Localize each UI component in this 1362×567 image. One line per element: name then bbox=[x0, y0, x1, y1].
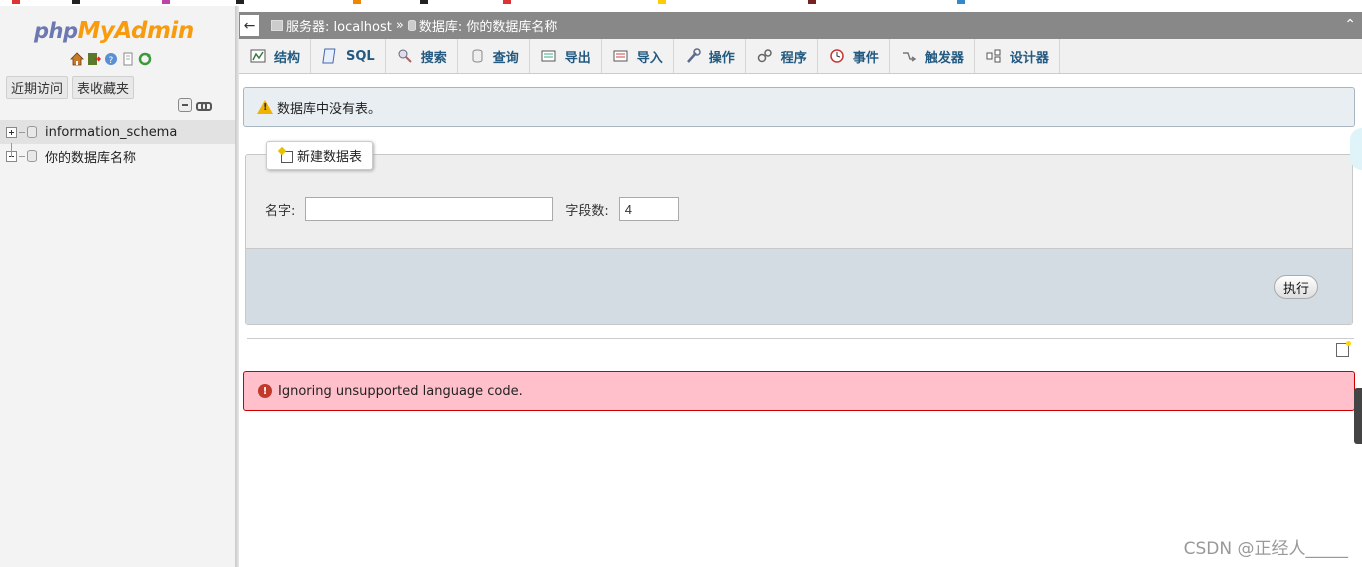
side-scroll-widget[interactable] bbox=[1354, 388, 1362, 444]
divider bbox=[247, 338, 1354, 339]
tab-label: 查询 bbox=[492, 50, 519, 66]
import-icon bbox=[613, 48, 629, 64]
phpmyadmin-logo[interactable]: phpMyAdmin bbox=[34, 18, 194, 44]
error-icon: ! bbox=[258, 384, 272, 398]
tab-sql[interactable]: SQL bbox=[311, 39, 386, 73]
warning-icon bbox=[257, 100, 273, 114]
collapse-header-icon[interactable]: ⌃ bbox=[1344, 17, 1356, 33]
database-icon bbox=[27, 126, 37, 138]
watermark: CSDN @正经人_____ bbox=[1183, 539, 1348, 559]
expand-icon[interactable] bbox=[6, 126, 17, 138]
tree-connector bbox=[19, 155, 25, 157]
tab-export[interactable]: 导出 bbox=[529, 39, 602, 73]
tree-item-my-database[interactable]: 你的数据库名称 bbox=[0, 144, 236, 168]
database-icon bbox=[27, 150, 37, 162]
create-table-fields: 名字: 字段数: bbox=[265, 197, 679, 221]
tab-routines[interactable]: 程序 bbox=[745, 39, 818, 73]
tab-label: SQL bbox=[346, 48, 375, 64]
routines-icon bbox=[757, 48, 773, 64]
database-icon bbox=[407, 20, 416, 31]
breadcrumb-bar: ← 服务器: localhost » 数据库: 你的数据库名称 ⌃ bbox=[239, 12, 1362, 39]
database-tabs: 结构 SQL 搜索 查询 导出 导入 操作 程序 事件 触发器 设计器 bbox=[239, 39, 1362, 74]
tab-operations[interactable]: 操作 bbox=[673, 39, 746, 73]
breadcrumb: 服务器: localhost » 数据库: 你的数据库名称 bbox=[271, 16, 557, 35]
collapse-all-icon[interactable] bbox=[178, 98, 192, 112]
tab-label: 导入 bbox=[636, 50, 663, 66]
exit-icon[interactable] bbox=[87, 52, 102, 66]
logo-my: My bbox=[77, 18, 115, 44]
side-widget[interactable] bbox=[1350, 128, 1362, 170]
nav-tab-favorites[interactable]: 表收藏夹 bbox=[72, 76, 135, 99]
error-message: ! Ignoring unsupported language code. bbox=[243, 371, 1355, 411]
docs-icon[interactable] bbox=[121, 52, 135, 66]
tab-designer[interactable]: 设计器 bbox=[974, 39, 1060, 73]
field-count-label: 字段数: bbox=[565, 203, 609, 219]
table-name-input[interactable] bbox=[305, 197, 554, 221]
nav-quick-icons: ? bbox=[70, 52, 152, 66]
tree-item-information-schema[interactable]: information_schema bbox=[0, 120, 236, 144]
export-icon bbox=[541, 48, 557, 64]
svg-text:?: ? bbox=[109, 56, 114, 66]
nav-tree-controls bbox=[178, 98, 212, 112]
tab-label: 结构 bbox=[274, 50, 301, 66]
tree-connector-line bbox=[11, 143, 12, 157]
database-tree: information_schema 你的数据库名称 bbox=[0, 120, 236, 168]
back-arrow-icon[interactable]: ← bbox=[240, 15, 259, 36]
tab-label: 操作 bbox=[708, 50, 735, 66]
link-with-main-icon[interactable] bbox=[196, 98, 212, 112]
go-button[interactable]: 执行 bbox=[1273, 275, 1318, 299]
create-table-footer: 执行 bbox=[246, 248, 1352, 324]
tab-import[interactable]: 导入 bbox=[601, 39, 674, 73]
tab-label: 导出 bbox=[564, 50, 591, 66]
tab-label: 设计器 bbox=[1009, 50, 1049, 66]
tab-query[interactable]: 查询 bbox=[457, 39, 530, 73]
query-icon bbox=[469, 48, 485, 64]
main-content: ← 服务器: localhost » 数据库: 你的数据库名称 ⌃ 结构 SQL… bbox=[239, 6, 1362, 567]
tree-item-label[interactable]: 你的数据库名称 bbox=[45, 147, 136, 166]
designer-icon bbox=[986, 48, 1002, 64]
navigation-panel: phpMyAdmin ? 近期访问 表收藏夹 information_schem… bbox=[0, 6, 237, 567]
breadcrumb-server[interactable]: 服务器: localhost bbox=[286, 16, 392, 35]
logo-php: php bbox=[34, 19, 78, 43]
create-table-legend: 新建数据表 bbox=[266, 141, 374, 170]
breadcrumb-database[interactable]: 数据库: 你的数据库名称 bbox=[419, 16, 558, 35]
create-table-form: 新建数据表 名字: 字段数: 执行 bbox=[245, 141, 1353, 325]
tab-events[interactable]: 事件 bbox=[817, 39, 890, 73]
tab-label: 搜索 bbox=[420, 50, 447, 66]
server-icon bbox=[271, 20, 283, 31]
reload-icon[interactable] bbox=[138, 52, 152, 66]
clock-icon bbox=[829, 48, 845, 64]
nav-tabs: 近期访问 表收藏夹 bbox=[6, 76, 135, 99]
logo-admin: Admin bbox=[114, 18, 194, 44]
new-page-icon[interactable] bbox=[1336, 341, 1351, 357]
tab-label: 触发器 bbox=[924, 50, 964, 66]
tab-triggers[interactable]: 触发器 bbox=[889, 39, 975, 73]
home-icon[interactable] bbox=[70, 52, 84, 66]
tab-label: 程序 bbox=[780, 50, 807, 66]
breadcrumb-separator: » bbox=[395, 18, 404, 33]
sql-icon bbox=[322, 48, 338, 64]
tab-label: 事件 bbox=[852, 50, 879, 66]
search-icon bbox=[397, 48, 413, 64]
error-text: Ignoring unsupported language code. bbox=[278, 383, 523, 399]
field-count-input[interactable] bbox=[618, 197, 679, 221]
tree-connector bbox=[19, 131, 25, 133]
structure-icon bbox=[250, 48, 266, 64]
notice-message: 数据库中没有表。 bbox=[243, 87, 1355, 127]
tab-search[interactable]: 搜索 bbox=[385, 39, 458, 73]
legend-text: 新建数据表 bbox=[297, 150, 363, 165]
tab-structure[interactable]: 结构 bbox=[239, 39, 312, 73]
help-icon[interactable]: ? bbox=[104, 52, 118, 66]
tree-item-label[interactable]: information_schema bbox=[45, 125, 177, 140]
new-table-icon bbox=[281, 151, 293, 163]
nav-tab-recent[interactable]: 近期访问 bbox=[6, 76, 69, 99]
notice-text: 数据库中没有表。 bbox=[277, 101, 382, 117]
wrench-icon bbox=[685, 48, 701, 64]
triggers-icon bbox=[901, 48, 917, 64]
table-name-label: 名字: bbox=[265, 203, 296, 219]
